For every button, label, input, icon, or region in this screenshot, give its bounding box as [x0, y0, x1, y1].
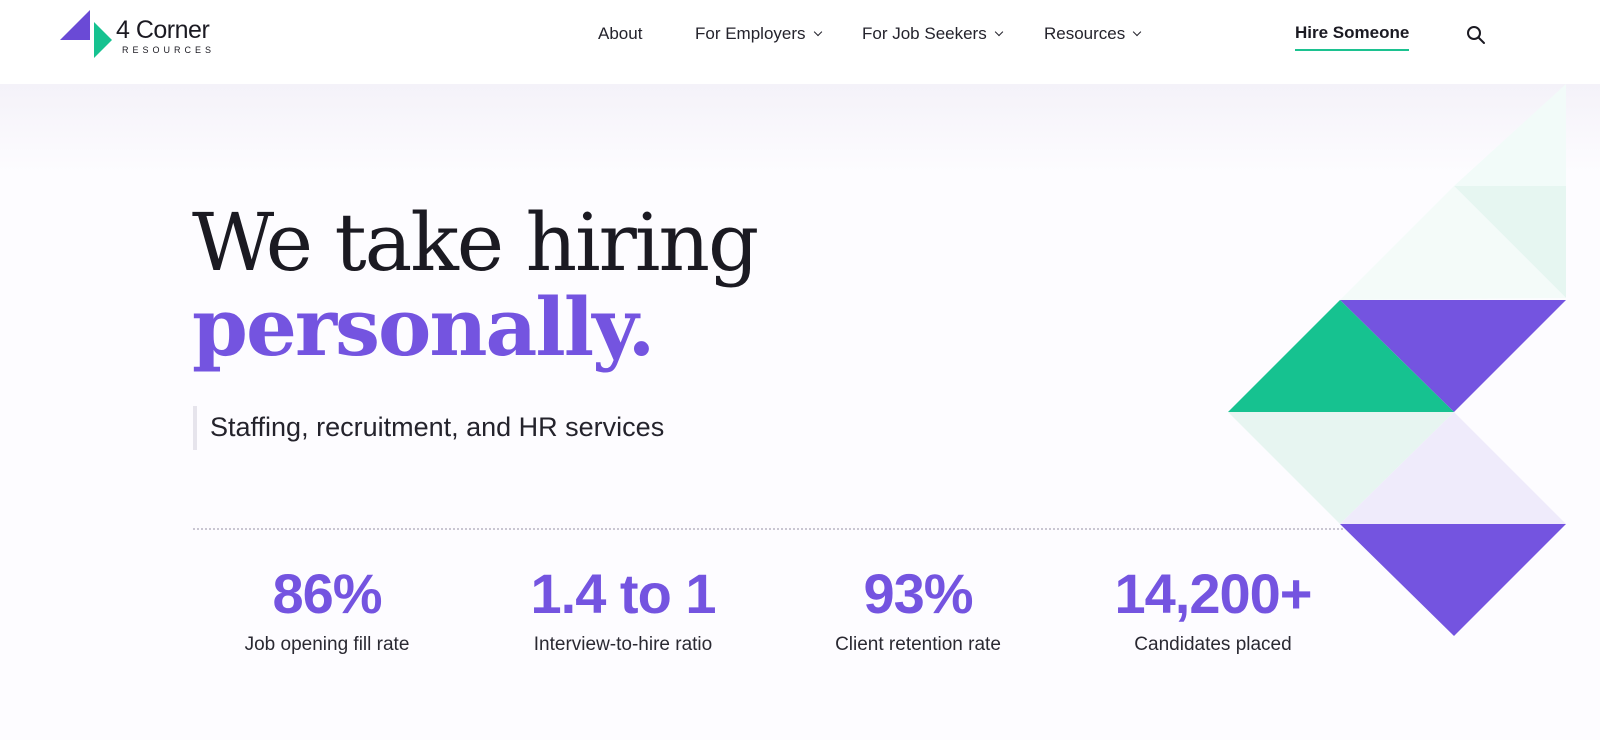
stat-label: Client retention rate: [835, 634, 1001, 655]
stat-value: 1.4 to 1: [530, 562, 717, 625]
chevron-down-icon: [994, 27, 1003, 37]
hire-someone-button[interactable]: Hire Someone: [1295, 23, 1410, 51]
stat-label: Interview-to-hire ratio: [533, 634, 713, 655]
search-icon: [1467, 26, 1485, 44]
stat-item: 93% Client retention rate: [783, 560, 1053, 656]
stat-value: 86%: [272, 562, 382, 625]
nav-about[interactable]: About: [598, 24, 642, 44]
nav-for-job-seekers-label: For Job Seekers: [862, 24, 987, 43]
stat-item: 1.4 to 1 Interview-to-hire ratio: [488, 560, 758, 656]
site-header: 4 Corner RESOURCES About For Employers F…: [0, 0, 1600, 84]
logo-name: 4 Corner: [116, 16, 210, 44]
hero-title-line2: personally.: [192, 280, 655, 374]
hero-subtitle: Staffing, recruitment, and HR services: [193, 406, 664, 450]
nav-about-label: About: [598, 24, 643, 43]
decorative-triangles: [1228, 84, 1566, 636]
nav-resources[interactable]: Resources: [1044, 24, 1142, 44]
logo-subtitle: RESOURCES: [122, 45, 216, 55]
deco-triangle: [1340, 524, 1566, 636]
chevron-down-icon: [1133, 27, 1142, 37]
stat-value: 93%: [863, 562, 973, 625]
stat-label: Job opening fill rate: [244, 634, 410, 655]
search-button[interactable]: [1466, 25, 1486, 45]
nav-for-job-seekers[interactable]: For Job Seekers: [862, 24, 1003, 44]
chevron-down-icon: [813, 27, 822, 37]
hero-title-line1: We take hiring: [192, 196, 759, 289]
stat-item: 86% Job opening fill rate: [192, 560, 462, 656]
site-logo[interactable]: 4 Corner RESOURCES: [60, 8, 260, 62]
nav-resources-label: Resources: [1044, 24, 1126, 43]
logo-mark-icon: [60, 10, 112, 58]
nav-for-employers[interactable]: For Employers: [695, 24, 822, 44]
deco-triangle: [1454, 84, 1566, 186]
stats-divider: [193, 528, 1343, 530]
nav-for-employers-label: For Employers: [695, 24, 806, 43]
